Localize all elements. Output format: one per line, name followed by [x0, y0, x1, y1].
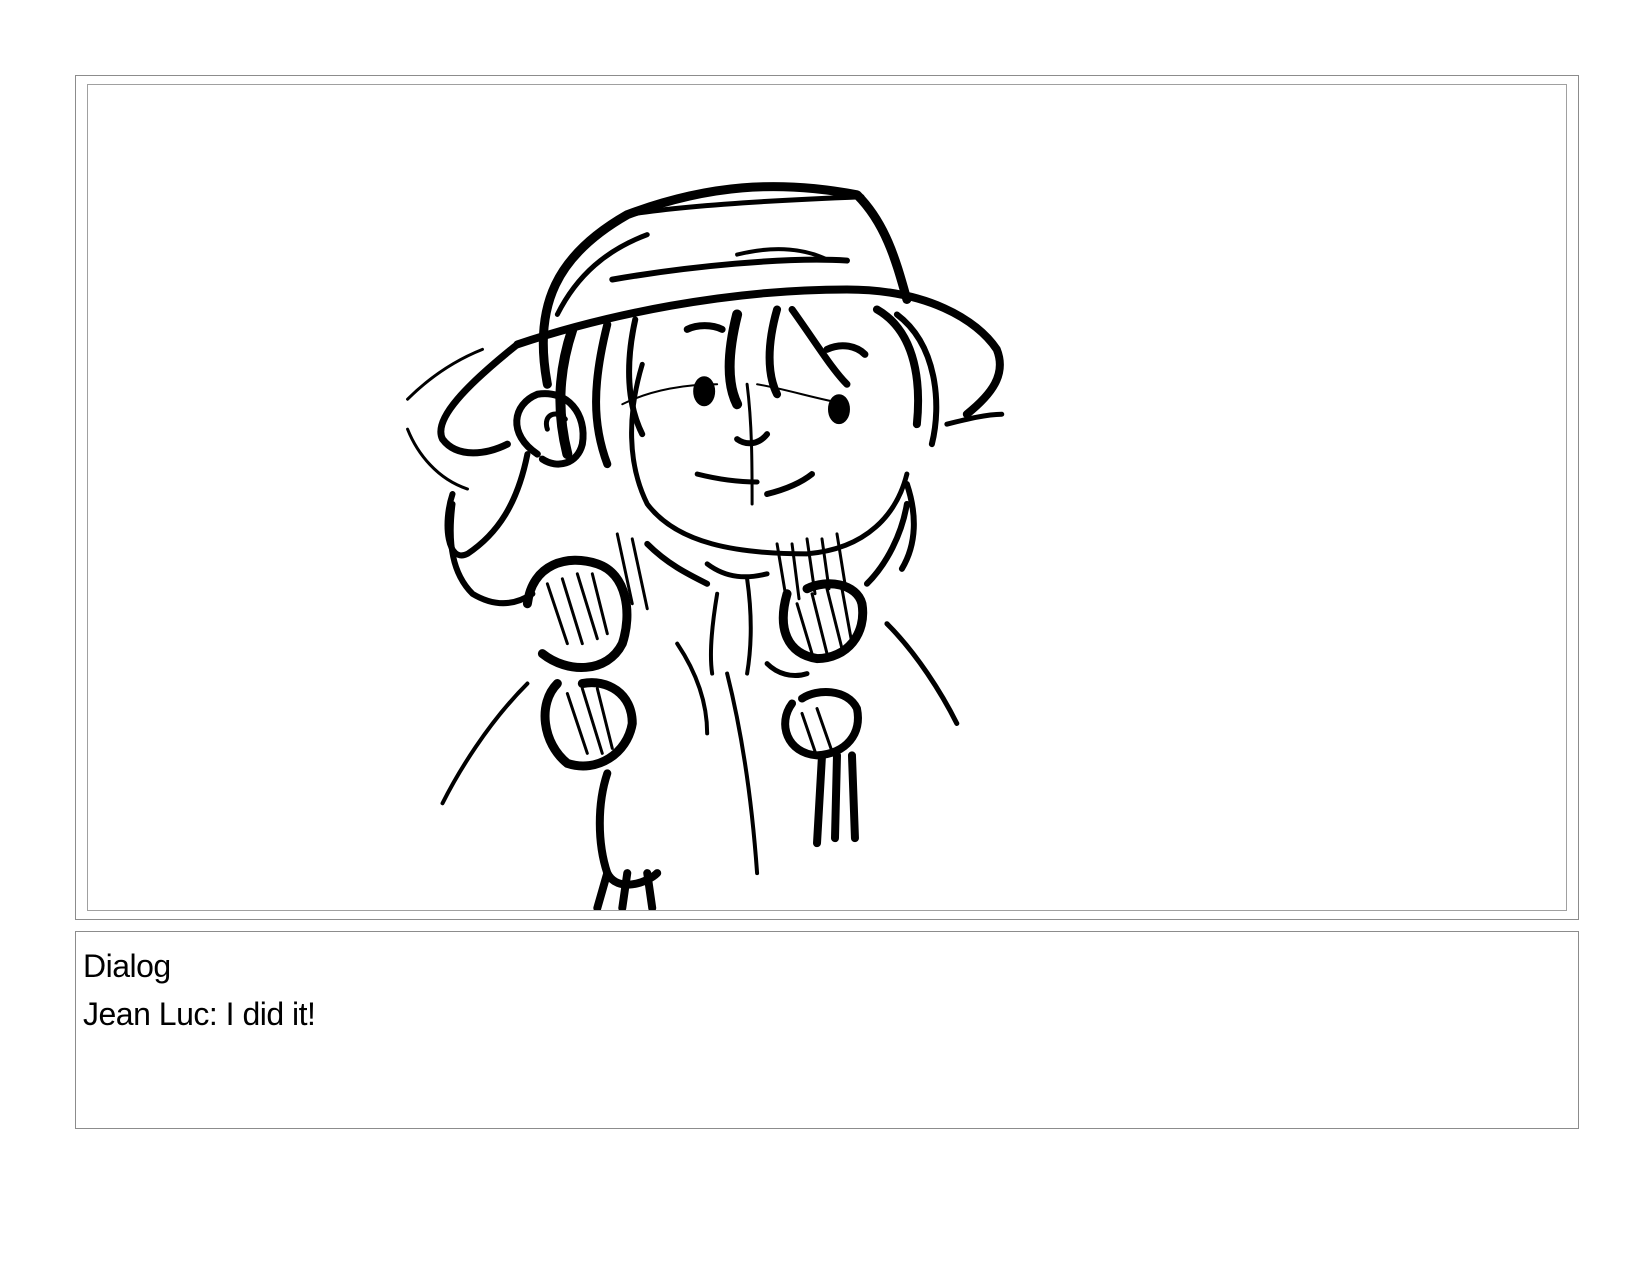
- dialog-box: Dialog Jean Luc: I did it!: [75, 931, 1579, 1129]
- panel-canvas: [87, 84, 1567, 911]
- dialog-heading: Dialog: [83, 948, 171, 984]
- character-sketch-illustration: [406, 182, 1005, 910]
- dialog-line: Jean Luc: I did it!: [83, 996, 316, 1032]
- storyboard-panel: [75, 75, 1579, 920]
